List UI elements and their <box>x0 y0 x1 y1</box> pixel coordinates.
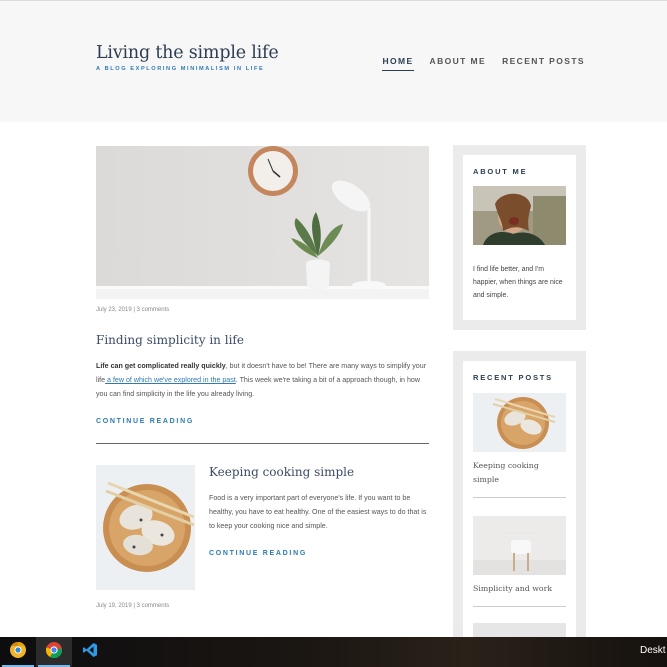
about-me-text: I find life better, and I'm happier, whe… <box>473 266 563 299</box>
post-thumbnail-image[interactable] <box>96 465 195 590</box>
post-meta: July 23, 2019 | 3 comments <box>96 307 170 313</box>
continue-reading-button[interactable]: CONTINUE READING <box>96 418 194 425</box>
about-me-card: ABOUT ME I find life better, and I'm hap… <box>463 155 576 320</box>
about-me-photo <box>473 186 566 245</box>
post-excerpt: Food is a very important part of everyon… <box>209 494 427 530</box>
chrome-canary-taskbar-button[interactable] <box>0 637 36 667</box>
recent-post-thumbnail[interactable] <box>473 516 566 575</box>
chrome-icon <box>45 641 63 663</box>
desktop-toolbar-label[interactable]: Deskt <box>640 645 666 656</box>
recent-post-title[interactable]: Simplicity and work <box>473 582 566 596</box>
recent-posts-widget: RECENT POSTS Keeping cooking simple Simp… <box>453 351 586 641</box>
about-me-widget: ABOUT ME I find life better, and I'm hap… <box>453 145 586 330</box>
post-excerpt: Life can get complicated really quickly,… <box>96 359 429 401</box>
recent-posts-card: RECENT POSTS Keeping cooking simple Simp… <box>463 361 576 641</box>
main-nav: HOME ABOUT ME RECENT POSTS <box>382 56 585 71</box>
post-title[interactable]: Keeping cooking simple <box>209 465 354 479</box>
vscode-icon <box>82 642 98 663</box>
site-title[interactable]: Living the simple life <box>96 43 279 63</box>
recent-post-divider <box>473 497 566 498</box>
continue-reading-button[interactable]: CONTINUE READING <box>209 550 307 557</box>
site-tagline: A BLOG EXPLORING MINIMALISM IN LIFE <box>96 66 265 72</box>
chrome-taskbar-button[interactable] <box>36 637 72 667</box>
widget-title: ABOUT ME <box>473 167 528 176</box>
nav-recent-posts[interactable]: RECENT POSTS <box>502 56 585 71</box>
post-meta: July 19, 2019 | 3 comments <box>96 603 170 609</box>
nav-home[interactable]: HOME <box>382 56 414 71</box>
recent-post-title[interactable]: Keeping cooking simple <box>473 459 566 487</box>
vscode-taskbar-button[interactable] <box>72 637 108 667</box>
site-header: Living the simple life A BLOG EXPLORING … <box>0 0 667 122</box>
post-divider <box>96 443 429 444</box>
chrome-canary-icon <box>10 641 26 663</box>
recent-post-divider <box>473 606 566 607</box>
post-hero-image[interactable] <box>96 146 429 299</box>
nav-about-me[interactable]: ABOUT ME <box>430 56 487 71</box>
excerpt-bold: Life can get complicated really quickly <box>96 362 226 370</box>
post-title[interactable]: Finding simplicity in life <box>96 333 244 347</box>
excerpt-link[interactable]: a few of which we've explored in the pas… <box>105 376 236 384</box>
windows-taskbar <box>0 637 667 667</box>
recent-post-thumbnail[interactable] <box>473 393 566 452</box>
widget-title: RECENT POSTS <box>473 373 553 382</box>
